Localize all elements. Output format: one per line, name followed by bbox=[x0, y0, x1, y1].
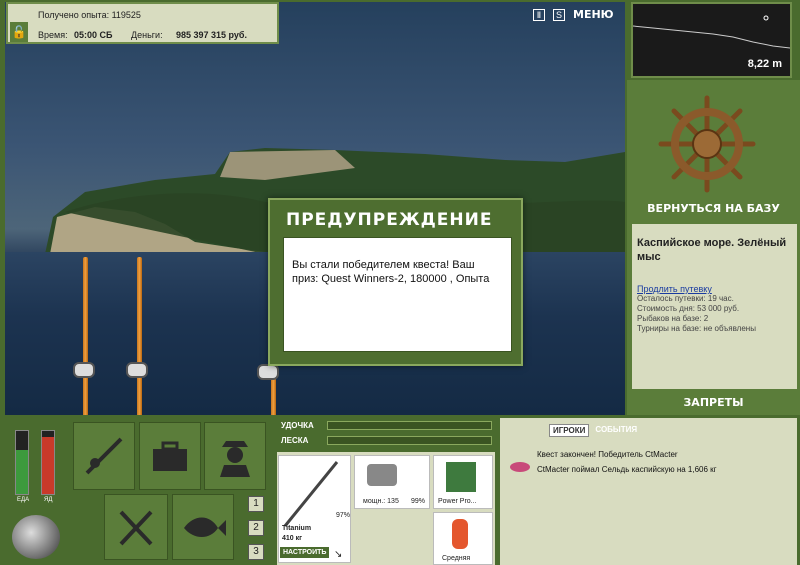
top-toolbar: Ⅱ S МЕНЮ bbox=[533, 8, 614, 21]
cauldron-icon[interactable] bbox=[12, 515, 60, 559]
rod-weight: 410 кг bbox=[282, 535, 303, 542]
knife-fork-icon bbox=[119, 510, 153, 546]
lure-name: Средняя bbox=[442, 555, 471, 562]
s-icon[interactable]: S bbox=[553, 8, 565, 21]
depth-value: 8,22 m bbox=[747, 58, 782, 70]
return-to-base-button[interactable]: ВЕРНУТЬСЯ НА БАЗУ bbox=[627, 202, 800, 215]
page-3-button[interactable]: 3 bbox=[248, 544, 264, 560]
food-slot[interactable] bbox=[104, 494, 168, 560]
dialog-message: Вы стали победителем квеста! Ваш приз: Q… bbox=[283, 237, 512, 352]
rod-pct: 97% bbox=[336, 512, 351, 519]
tackle-box-slot[interactable] bbox=[139, 422, 201, 490]
events-tabs: ИГРОКИ СОБЫТИЯ bbox=[549, 424, 640, 437]
fishers-count: Рыбаков на базе: 2 bbox=[637, 314, 709, 323]
time-label: Время: bbox=[38, 30, 68, 40]
extend-trip-link[interactable]: Продлить путевку bbox=[637, 284, 793, 294]
reel-power: мощн.: 135 bbox=[363, 498, 399, 505]
drink-level bbox=[42, 437, 54, 494]
configure-button[interactable]: НАСТРОИТЬ bbox=[280, 547, 330, 558]
pause-icon[interactable]: Ⅱ bbox=[533, 8, 545, 21]
bans-button[interactable]: ЗАПРЕТЫ bbox=[627, 396, 800, 409]
food-level bbox=[16, 449, 28, 494]
page-2-button[interactable]: 2 bbox=[248, 520, 264, 536]
bottom-panel: ЕДА ЯД 1 2 3 УДОЧКА ЛЕСКА Titanium 410 к… bbox=[0, 415, 800, 565]
rod-panel: УДОЧКА ЛЕСКА Titanium 410 кг 97% мощн.: … bbox=[277, 418, 495, 565]
rod-image bbox=[283, 461, 339, 527]
rods-slot[interactable] bbox=[73, 422, 135, 490]
rod-label: УДОЧКА bbox=[281, 421, 314, 430]
menu-button[interactable]: МЕНЮ bbox=[573, 8, 614, 21]
money-value: 985 397 315 руб. bbox=[176, 30, 247, 40]
line-bar bbox=[327, 436, 492, 445]
fish-icon-small bbox=[510, 462, 530, 472]
rod-name: Titanium bbox=[282, 525, 312, 532]
reel-item[interactable]: мощн.: 135 99% bbox=[354, 455, 430, 509]
reel-pct: 99% bbox=[411, 498, 426, 505]
tackle-box-icon bbox=[153, 441, 187, 471]
line-label: ЛЕСКА bbox=[281, 436, 309, 445]
reel-3-icon bbox=[257, 364, 279, 380]
day-cost: Стоимость дня: 53 000 руб. bbox=[637, 304, 740, 313]
right-panel: ВЕРНУТЬСЯ НА БАЗУ Каспийское море. Зелён… bbox=[627, 80, 800, 415]
event-line-1: Квест закончен! Победитель CtMacter bbox=[537, 450, 678, 459]
trip-time-left: Осталось путевки: 19 час. bbox=[637, 294, 734, 303]
tab-players[interactable]: ИГРОКИ bbox=[549, 424, 590, 437]
location-info: Каспийское море. Зелёный мыс Продлить пу… bbox=[632, 224, 797, 389]
line-item[interactable]: Power Pro... bbox=[433, 455, 493, 509]
reel-1-icon bbox=[73, 362, 95, 378]
reel-2-icon bbox=[126, 362, 148, 378]
fish-cage-slot[interactable] bbox=[172, 494, 234, 560]
location-name: Каспийское море. Зелёный мыс bbox=[637, 237, 787, 263]
lock-icon[interactable]: 🔓 bbox=[10, 22, 28, 42]
money-label: Деньги: bbox=[131, 30, 163, 40]
warning-dialog[interactable]: ПРЕДУПРЕЖДЕНИЕ Вы стали победителем квес… bbox=[268, 198, 523, 366]
food-label: ЕДА bbox=[17, 497, 30, 503]
tournaments-info: Турниры на базе: не объявлены bbox=[637, 324, 756, 333]
tab-events[interactable]: СОБЫТИЯ bbox=[592, 424, 640, 437]
fishing-rod-icon bbox=[85, 437, 123, 475]
events-panel: ИГРОКИ СОБЫТИЯ Квест закончен! Победител… bbox=[500, 418, 797, 565]
rod-1[interactable] bbox=[83, 257, 88, 415]
experience-text: Получено опыта: 119525 bbox=[38, 10, 141, 20]
reel-image bbox=[367, 464, 397, 486]
line-name: Power Pro... bbox=[438, 498, 477, 505]
drink-gauge bbox=[41, 430, 55, 495]
event-line-2: CtMacter поймал Сельдь каспийскую на 1,6… bbox=[537, 465, 717, 474]
ship-wheel-icon[interactable] bbox=[657, 94, 757, 194]
time-value: 05:00 СБ bbox=[74, 30, 113, 40]
lure-item[interactable]: Средняя bbox=[433, 512, 493, 565]
arrow-icon: ↘ bbox=[334, 549, 343, 560]
dialog-title: ПРЕДУПРЕЖДЕНИЕ bbox=[286, 210, 493, 230]
fisherman-icon bbox=[220, 441, 250, 477]
food-gauge bbox=[15, 430, 29, 495]
depth-chart: 8,22 m bbox=[631, 2, 792, 78]
page-1-button[interactable]: 1 bbox=[248, 496, 264, 512]
rod-bar bbox=[327, 421, 492, 430]
fisherman-slot[interactable] bbox=[204, 422, 266, 490]
status-panel: 🔓 Получено опыта: 119525 Время: 05:00 СБ… bbox=[6, 2, 279, 44]
drink-label: ЯД bbox=[44, 497, 53, 503]
rod-2[interactable] bbox=[137, 257, 142, 415]
line-spool-image bbox=[446, 462, 476, 492]
fish-icon bbox=[184, 517, 226, 537]
lure-image bbox=[452, 519, 468, 549]
